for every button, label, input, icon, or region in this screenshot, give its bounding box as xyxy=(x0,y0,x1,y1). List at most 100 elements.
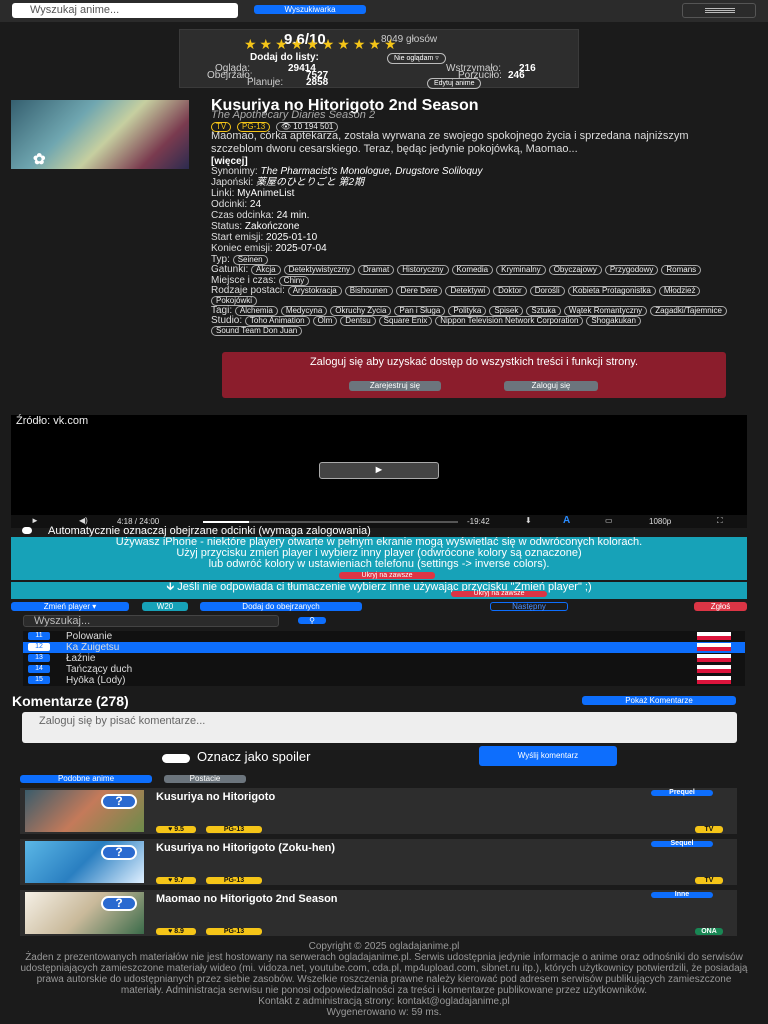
episode-title: Łaźnie xyxy=(66,653,96,664)
send-comment-button[interactable]: Wyślij komentarz xyxy=(479,746,617,766)
episode-search-input[interactable]: Wyszukaj... xyxy=(23,615,279,627)
character-type-tag[interactable]: Dere Dere xyxy=(395,286,443,296)
similar-anime-title[interactable]: Kusuriya no Hitorigoto xyxy=(156,791,275,803)
vk-logo-icon[interactable]: A xyxy=(563,515,570,526)
character-type-tag[interactable]: Młodzież xyxy=(658,286,701,296)
edit-anime-button[interactable]: Edytuj anime xyxy=(427,78,482,89)
similar-anime-card[interactable]: ? Kusuriya no Hitorigoto Prequel ♥ 9.5 PG-13… xyxy=(20,788,737,834)
pip-icon[interactable]: ▭ xyxy=(605,516,613,525)
similar-anime-title[interactable]: Maomao no Hitorigoto 2nd Season xyxy=(156,893,338,905)
similar-anime-card[interactable]: ? Maomao no Hitorigoto 2nd Season Inne ♥ 8.… xyxy=(20,890,737,936)
episode-row[interactable]: 14 Tańczący duch xyxy=(23,664,745,675)
spoiler-label: Oznacz jako spoiler xyxy=(197,749,311,764)
progress-bar[interactable] xyxy=(203,521,458,523)
similar-anime-thumbnail[interactable]: ? xyxy=(25,790,144,832)
type-badge: TV xyxy=(695,826,723,833)
relation-badge: Sequel xyxy=(651,840,713,847)
score-badge: ♥ 8.9 xyxy=(156,928,196,935)
episode-row[interactable]: 12 Ka Zuigetsu xyxy=(23,642,745,653)
copyright: Copyright © 2025 ogladajanime.pl xyxy=(308,941,460,952)
genre-tag[interactable]: Obyczajowy xyxy=(548,265,602,275)
genre-tag[interactable]: Dramat xyxy=(357,265,395,275)
search-button[interactable]: Wyszukiwarka xyxy=(254,5,366,14)
age-rating-badge: PG-13 xyxy=(206,928,262,935)
age-rating-badge: PG-13 xyxy=(206,877,262,884)
character-type-tag[interactable]: Bishounen xyxy=(344,286,393,296)
similar-anime-card[interactable]: ? Kusuriya no Hitorigoto (Zoku-hen) Sequel… xyxy=(20,839,737,885)
studio-tag[interactable]: Dentsu xyxy=(340,316,376,326)
comments-title: Komentarze (278) xyxy=(12,693,129,709)
similar-anime-thumbnail[interactable]: ? xyxy=(25,841,144,883)
hamburger-icon xyxy=(705,8,735,9)
login-button[interactable]: Zaloguj się xyxy=(504,381,598,391)
show-comments-button[interactable]: Pokaż Komentarze xyxy=(582,696,736,705)
genre-tag[interactable]: Akcja xyxy=(251,265,281,275)
age-rating-badge: PG-13 xyxy=(206,826,262,833)
episode-row[interactable]: 13 Łaźnie xyxy=(23,653,745,664)
episode-title: Tańczący duch xyxy=(66,664,133,675)
type-badge: ONA xyxy=(695,928,723,935)
tab-characters[interactable]: Postacie xyxy=(164,775,246,783)
disclaimer: Żaden z prezentowanych materiałów nie je… xyxy=(20,952,748,996)
auto-mark-toggle[interactable] xyxy=(22,527,32,534)
episode-list: 11 Polowanie 12 Ka Zuigetsu 13 Łaźnie 14 Tańczą… xyxy=(23,631,745,686)
login-message: Zaloguj się aby uzyskać dostęp do wszyst… xyxy=(309,356,639,368)
genre-tag[interactable]: Romans xyxy=(661,265,702,275)
theme-tag[interactable]: Zagadki/Tajemnice xyxy=(650,306,727,316)
character-type-tag[interactable]: Doktor xyxy=(493,286,527,296)
episode-row[interactable]: 11 Polowanie xyxy=(23,631,745,642)
hide-translation-notice-button[interactable]: Ukryj na zawsze xyxy=(451,590,547,597)
spoiler-toggle[interactable] xyxy=(162,754,190,763)
dropped-count: 246 xyxy=(508,70,525,81)
episode-number: 12 xyxy=(28,643,50,651)
studio-tag[interactable]: Sound Team Don Juan xyxy=(211,326,303,336)
similar-anime-thumbnail[interactable]: ? xyxy=(25,892,144,934)
volume-icon[interactable]: ◀) xyxy=(79,516,88,525)
genre-tag[interactable]: Detektywistyczny xyxy=(283,265,355,275)
comment-input[interactable]: Zaloguj się by pisać komentarze... xyxy=(22,712,737,743)
player-name-button[interactable]: W20 xyxy=(142,602,188,611)
character-type-tag[interactable]: Arystokracja xyxy=(287,286,342,296)
episode-number: 13 xyxy=(28,654,50,662)
next-episode-button[interactable]: Następny xyxy=(490,602,568,611)
register-button[interactable]: Zarejestruj się xyxy=(349,381,441,391)
episode-title: Hyōka (Lody) xyxy=(66,675,126,686)
play-small-icon[interactable]: ► xyxy=(31,516,39,525)
studio-tag[interactable]: Nippon Television Network Corporation xyxy=(435,316,584,326)
change-player-button[interactable]: Zmień player ▾ xyxy=(11,602,129,611)
genre-tag[interactable]: Historyczny xyxy=(397,265,449,275)
type-badge: TV xyxy=(695,877,723,884)
hide-iphone-notice-button[interactable]: Ukryj na zawsze xyxy=(339,572,435,579)
character-type-tag[interactable]: Detektywi xyxy=(445,286,491,296)
episode-search-button[interactable]: ⚲ xyxy=(298,616,326,625)
fullscreen-icon[interactable]: ⛶ xyxy=(717,516,723,526)
studio-tag[interactable]: Shogakukan xyxy=(586,316,641,326)
list-status-select[interactable]: Nie oglądam ▿ xyxy=(387,53,446,64)
anime-search-input[interactable]: Wyszukaj anime... xyxy=(12,3,238,18)
character-type-tag[interactable]: Dorośli xyxy=(529,286,565,296)
menu-toggle-button[interactable] xyxy=(682,3,756,18)
myanimelist-link[interactable]: MyAnimeList xyxy=(237,188,294,199)
episode-row[interactable]: 15 Hyōka (Lody) xyxy=(23,675,745,686)
genre-tag[interactable]: Komedia xyxy=(451,265,494,275)
star-rating-icon[interactable]: ★★★★★★★★★★ xyxy=(244,36,400,53)
play-button[interactable]: ► xyxy=(319,462,439,479)
quality-selector[interactable]: 1080p xyxy=(649,517,671,526)
search-icon: ⚲ xyxy=(309,616,315,625)
video-player[interactable]: Źródło: vk.com ► ► ◀) 4:18 / 24:00 -19:4… xyxy=(11,415,747,528)
polish-flag-icon xyxy=(697,676,731,684)
score-badge: ♥ 9.5 xyxy=(156,826,196,833)
studio-tag[interactable]: Toho Animation xyxy=(244,316,310,326)
genre-tag[interactable]: Przygodowy xyxy=(604,265,659,275)
report-button[interactable]: Zgłoś xyxy=(694,602,747,611)
add-watched-button[interactable]: Dodaj do obejrzanych xyxy=(200,602,362,611)
studio-tag[interactable]: Square Enix xyxy=(378,316,433,326)
genre-tag[interactable]: Kryminalny xyxy=(496,265,546,275)
studio-tag[interactable]: Olm xyxy=(312,316,338,326)
question-icon: ? xyxy=(101,896,137,911)
rating-panel: 9.6/10 8049 głosów ★★★★★★★★★★ Dodaj do l… xyxy=(179,29,579,89)
similar-anime-title[interactable]: Kusuriya no Hitorigoto (Zoku-hen) xyxy=(156,842,335,854)
character-type-tag[interactable]: Kobieta Protagonistka xyxy=(567,286,656,296)
download-icon[interactable]: ⬇ xyxy=(525,516,532,525)
tab-similar-anime[interactable]: Podobne anime xyxy=(20,775,152,783)
